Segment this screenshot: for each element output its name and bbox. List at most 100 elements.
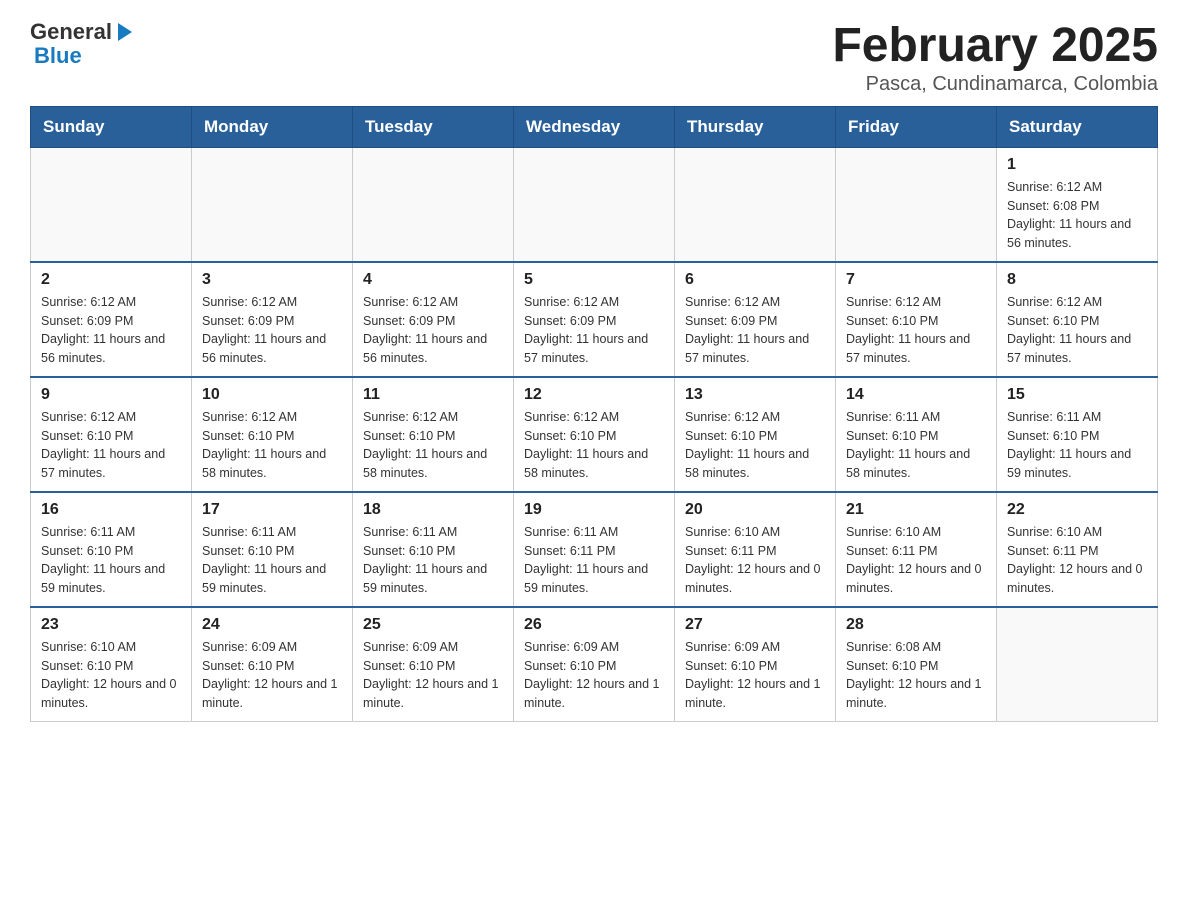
day-number: 18 <box>363 501 503 519</box>
day-number: 25 <box>363 616 503 634</box>
calendar-cell <box>514 147 675 262</box>
page-subtitle: Pasca, Cundinamarca, Colombia <box>832 73 1158 96</box>
calendar-week-row: 16 Sunrise: 6:11 AMSunset: 6:10 PMDayligh… <box>31 492 1158 607</box>
logo-text-blue: Blue <box>34 44 82 68</box>
col-header-friday: Friday <box>836 106 997 147</box>
calendar-cell: 6 Sunrise: 6:12 AMSunset: 6:09 PMDaylight… <box>675 262 836 377</box>
day-number: 27 <box>685 616 825 634</box>
calendar-cell: 23 Sunrise: 6:10 AMSunset: 6:10 PMDayligh… <box>31 607 192 722</box>
day-info: Sunrise: 6:10 AMSunset: 6:10 PMDaylight:… <box>41 638 181 713</box>
calendar-cell: 22 Sunrise: 6:10 AMSunset: 6:11 PMDayligh… <box>997 492 1158 607</box>
day-info: Sunrise: 6:09 AMSunset: 6:10 PMDaylight:… <box>363 638 503 713</box>
calendar-cell: 16 Sunrise: 6:11 AMSunset: 6:10 PMDayligh… <box>31 492 192 607</box>
day-info: Sunrise: 6:10 AMSunset: 6:11 PMDaylight:… <box>1007 523 1147 598</box>
day-number: 2 <box>41 271 181 289</box>
day-number: 16 <box>41 501 181 519</box>
logo-arrow-icon <box>114 21 136 43</box>
day-info: Sunrise: 6:12 AMSunset: 6:10 PMDaylight:… <box>524 408 664 483</box>
day-number: 10 <box>202 386 342 404</box>
day-info: Sunrise: 6:08 AMSunset: 6:10 PMDaylight:… <box>846 638 986 713</box>
day-number: 13 <box>685 386 825 404</box>
col-header-sunday: Sunday <box>31 106 192 147</box>
day-number: 8 <box>1007 271 1147 289</box>
calendar-week-row: 9 Sunrise: 6:12 AMSunset: 6:10 PMDaylight… <box>31 377 1158 492</box>
calendar-cell: 18Sunrise: 6:11 AMSunset: 6:10 PMDayligh… <box>353 492 514 607</box>
day-number: 22 <box>1007 501 1147 519</box>
calendar-cell: 12 Sunrise: 6:12 AMSunset: 6:10 PMDayligh… <box>514 377 675 492</box>
day-number: 28 <box>846 616 986 634</box>
day-info: Sunrise: 6:11 AMSunset: 6:10 PMDaylight:… <box>846 408 986 483</box>
calendar-cell: 1Sunrise: 6:12 AMSunset: 6:08 PMDaylight… <box>997 147 1158 262</box>
calendar-cell: 7 Sunrise: 6:12 AMSunset: 6:10 PMDaylight… <box>836 262 997 377</box>
day-info: Sunrise: 6:12 AMSunset: 6:09 PMDaylight:… <box>41 293 181 368</box>
logo: General Blue <box>30 20 136 68</box>
calendar-week-row: 2 Sunrise: 6:12 AMSunset: 6:09 PMDaylight… <box>31 262 1158 377</box>
day-info: Sunrise: 6:11 AMSunset: 6:10 PMDaylight:… <box>41 523 181 598</box>
calendar-cell <box>997 607 1158 722</box>
day-number: 12 <box>524 386 664 404</box>
col-header-wednesday: Wednesday <box>514 106 675 147</box>
calendar-cell: 3 Sunrise: 6:12 AMSunset: 6:09 PMDaylight… <box>192 262 353 377</box>
day-info: Sunrise: 6:11 AMSunset: 6:11 PMDaylight:… <box>524 523 664 598</box>
calendar-cell: 21 Sunrise: 6:10 AMSunset: 6:11 PMDayligh… <box>836 492 997 607</box>
title-block: February 2025 Pasca, Cundinamarca, Colom… <box>832 20 1158 96</box>
calendar-cell: 9 Sunrise: 6:12 AMSunset: 6:10 PMDaylight… <box>31 377 192 492</box>
calendar-header-row: SundayMondayTuesdayWednesdayThursdayFrid… <box>31 106 1158 147</box>
calendar-cell: 28 Sunrise: 6:08 AMSunset: 6:10 PMDayligh… <box>836 607 997 722</box>
calendar-cell: 10 Sunrise: 6:12 AMSunset: 6:10 PMDayligh… <box>192 377 353 492</box>
day-info: Sunrise: 6:12 AMSunset: 6:09 PMDaylight:… <box>685 293 825 368</box>
calendar-cell: 13 Sunrise: 6:12 AMSunset: 6:10 PMDayligh… <box>675 377 836 492</box>
day-number: 24 <box>202 616 342 634</box>
day-number: 6 <box>685 271 825 289</box>
day-number: 4 <box>363 271 503 289</box>
calendar-week-row: 23 Sunrise: 6:10 AMSunset: 6:10 PMDayligh… <box>31 607 1158 722</box>
day-number: 9 <box>41 386 181 404</box>
day-info: Sunrise: 6:09 AMSunset: 6:10 PMDaylight:… <box>524 638 664 713</box>
calendar-cell: 8 Sunrise: 6:12 AMSunset: 6:10 PMDaylight… <box>997 262 1158 377</box>
day-info: Sunrise: 6:10 AMSunset: 6:11 PMDaylight:… <box>685 523 825 598</box>
day-info: Sunrise: 6:09 AMSunset: 6:10 PMDaylight:… <box>202 638 342 713</box>
day-number: 7 <box>846 271 986 289</box>
calendar-cell: 4 Sunrise: 6:12 AMSunset: 6:09 PMDaylight… <box>353 262 514 377</box>
calendar-cell: 11Sunrise: 6:12 AMSunset: 6:10 PMDayligh… <box>353 377 514 492</box>
calendar-cell: 25 Sunrise: 6:09 AMSunset: 6:10 PMDayligh… <box>353 607 514 722</box>
calendar-cell <box>836 147 997 262</box>
day-info: Sunrise: 6:11 AMSunset: 6:10 PMDaylight:… <box>202 523 342 598</box>
logo-text-general: General <box>30 20 112 44</box>
calendar-cell: 2 Sunrise: 6:12 AMSunset: 6:09 PMDaylight… <box>31 262 192 377</box>
calendar-cell <box>31 147 192 262</box>
day-number: 23 <box>41 616 181 634</box>
day-info: Sunrise: 6:12 AMSunset: 6:10 PMDaylight:… <box>41 408 181 483</box>
day-number: 19 <box>524 501 664 519</box>
day-info: Sunrise: 6:12 AMSunset: 6:10 PMDaylight:… <box>202 408 342 483</box>
day-number: 17 <box>202 501 342 519</box>
calendar-cell: 14 Sunrise: 6:11 AMSunset: 6:10 PMDayligh… <box>836 377 997 492</box>
day-info: Sunrise: 6:11 AMSunset: 6:10 PMDaylight:… <box>1007 408 1147 483</box>
calendar-cell <box>192 147 353 262</box>
day-info: Sunrise: 6:12 AMSunset: 6:09 PMDaylight:… <box>202 293 342 368</box>
day-number: 26 <box>524 616 664 634</box>
col-header-saturday: Saturday <box>997 106 1158 147</box>
day-info: Sunrise: 6:12 AMSunset: 6:09 PMDaylight:… <box>363 293 503 368</box>
day-info: Sunrise: 6:12 AMSunset: 6:10 PMDaylight:… <box>1007 293 1147 368</box>
day-number: 3 <box>202 271 342 289</box>
day-number: 21 <box>846 501 986 519</box>
day-number: 14 <box>846 386 986 404</box>
calendar-cell: 15 Sunrise: 6:11 AMSunset: 6:10 PMDayligh… <box>997 377 1158 492</box>
calendar-cell: 19 Sunrise: 6:11 AMSunset: 6:11 PMDayligh… <box>514 492 675 607</box>
day-info: Sunrise: 6:12 AMSunset: 6:10 PMDaylight:… <box>685 408 825 483</box>
calendar-cell: 17 Sunrise: 6:11 AMSunset: 6:10 PMDayligh… <box>192 492 353 607</box>
calendar-cell: 20Sunrise: 6:10 AMSunset: 6:11 PMDayligh… <box>675 492 836 607</box>
day-info: Sunrise: 6:12 AMSunset: 6:09 PMDaylight:… <box>524 293 664 368</box>
calendar-cell: 26 Sunrise: 6:09 AMSunset: 6:10 PMDayligh… <box>514 607 675 722</box>
day-info: Sunrise: 6:12 AMSunset: 6:10 PMDaylight:… <box>363 408 503 483</box>
col-header-monday: Monday <box>192 106 353 147</box>
day-info: Sunrise: 6:12 AMSunset: 6:08 PMDaylight:… <box>1007 178 1147 253</box>
day-number: 15 <box>1007 386 1147 404</box>
day-info: Sunrise: 6:10 AMSunset: 6:11 PMDaylight:… <box>846 523 986 598</box>
calendar-cell <box>353 147 514 262</box>
day-info: Sunrise: 6:12 AMSunset: 6:10 PMDaylight:… <box>846 293 986 368</box>
calendar-week-row: 1Sunrise: 6:12 AMSunset: 6:08 PMDaylight… <box>31 147 1158 262</box>
col-header-tuesday: Tuesday <box>353 106 514 147</box>
calendar-cell: 24 Sunrise: 6:09 AMSunset: 6:10 PMDayligh… <box>192 607 353 722</box>
